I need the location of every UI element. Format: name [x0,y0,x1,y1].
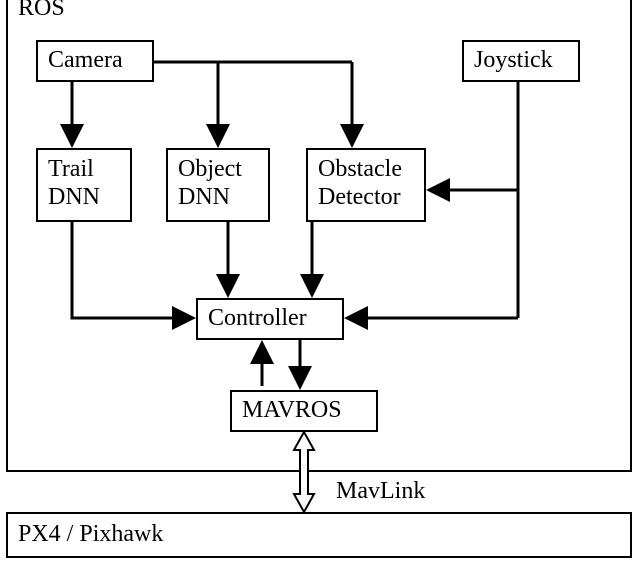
px4-label: PX4 / Pixhawk [18,521,163,549]
joystick-node: Joystick [462,40,580,82]
diagram-canvas: ROS Camera Joystick Trail DNN Object DNN… [0,0,640,561]
trail-dnn-node: Trail DNN [36,148,132,222]
px4-node: PX4 / Pixhawk [6,512,632,558]
controller-label: Controller [208,305,307,333]
ros-label: ROS [18,0,65,20]
trail-dnn-label-2: DNN [48,184,120,212]
trail-dnn-label-1: Trail [48,156,120,184]
joystick-label: Joystick [474,47,553,75]
mavros-node: MAVROS [230,390,378,432]
object-dnn-node: Object DNN [166,148,270,222]
object-dnn-label-2: DNN [178,184,258,212]
mavlink-label: MavLink [336,478,425,505]
camera-label: Camera [48,47,123,75]
camera-node: Camera [36,40,154,82]
obstacle-detector-node: Obstacle Detector [306,148,426,222]
obstacle-label-2: Detector [318,184,414,212]
object-dnn-label-1: Object [178,156,258,184]
controller-node: Controller [196,298,344,340]
obstacle-label-1: Obstacle [318,156,414,184]
mavros-label: MAVROS [242,397,342,425]
